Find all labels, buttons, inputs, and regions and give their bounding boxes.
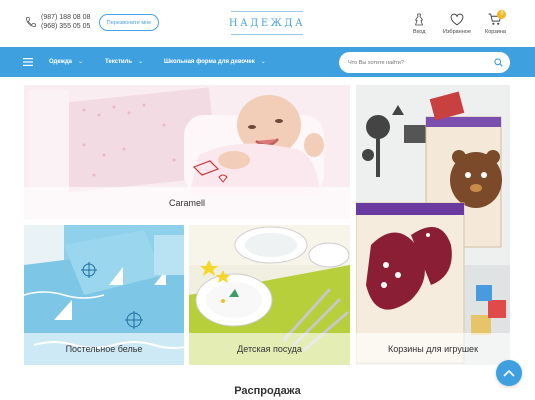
category-label: Детская посуда bbox=[189, 333, 350, 365]
logo[interactable]: НАДЕЖДА bbox=[227, 8, 307, 38]
search-box bbox=[339, 52, 510, 73]
search-icon[interactable] bbox=[494, 58, 503, 67]
nav-item-label: Одежда bbox=[49, 59, 72, 65]
chevron-down-icon: ⌄ bbox=[260, 59, 266, 65]
category-tile-dishes[interactable]: Детская посуда bbox=[189, 225, 350, 365]
nav-item-school-uniform[interactable]: Школьная форма для девочек ⌄ bbox=[164, 58, 266, 65]
dress-icon bbox=[415, 13, 424, 26]
sale-section-title: Распродажа bbox=[234, 385, 301, 397]
category-label: Caramell bbox=[24, 187, 350, 219]
category-label: Постельное белье bbox=[24, 333, 184, 365]
callback-button[interactable]: Перезвоните мне bbox=[99, 14, 159, 31]
phone-number-2[interactable]: (968) 355 05 05 bbox=[41, 23, 90, 32]
favorites-link[interactable]: Избранное bbox=[443, 13, 471, 35]
logo-text: НАДЕЖДА bbox=[228, 18, 306, 29]
logo-top-line bbox=[231, 11, 303, 12]
nav-item-clothing[interactable]: Одежда ⌄ bbox=[49, 58, 83, 65]
cart-link[interactable]: 0 Корзина bbox=[485, 10, 507, 35]
top-header: (987) 188 08 08 (968) 355 05 05 Перезвон… bbox=[0, 0, 535, 47]
nav-item-label: Текстиль bbox=[105, 59, 133, 65]
phone-number-1[interactable]: (987) 188 08 08 bbox=[41, 14, 90, 23]
favorites-label: Избранное bbox=[443, 29, 471, 35]
toy-baskets-photo bbox=[356, 85, 510, 365]
cart-label: Корзина bbox=[485, 29, 506, 35]
search-input[interactable] bbox=[348, 57, 488, 68]
heart-icon bbox=[450, 13, 464, 26]
cart-count-badge: 0 bbox=[497, 10, 507, 19]
login-link[interactable]: Вход bbox=[413, 13, 425, 35]
chevron-down-icon: ⌄ bbox=[138, 59, 144, 65]
category-tile-toy-baskets[interactable]: Корзины для игрушек bbox=[356, 85, 510, 365]
category-tile-bedding[interactable]: Постельное белье bbox=[24, 225, 184, 365]
phone-icon bbox=[26, 17, 36, 27]
category-tile-caramell[interactable]: Caramell bbox=[24, 85, 350, 219]
chevron-down-icon: ⌄ bbox=[77, 59, 84, 65]
phone-numbers: (987) 188 08 08 (968) 355 05 05 bbox=[41, 14, 90, 31]
category-label: Корзины для игрушек bbox=[356, 333, 510, 365]
logo-bottom-line bbox=[231, 34, 303, 35]
menu-icon[interactable] bbox=[23, 58, 33, 66]
nav-item-textile[interactable]: Текстиль ⌄ bbox=[105, 58, 143, 65]
chevron-up-icon bbox=[503, 369, 515, 377]
scroll-to-top-button[interactable] bbox=[496, 360, 522, 386]
nav-item-label: Школьная форма для девочек bbox=[164, 59, 255, 65]
login-label: Вход bbox=[413, 29, 426, 35]
